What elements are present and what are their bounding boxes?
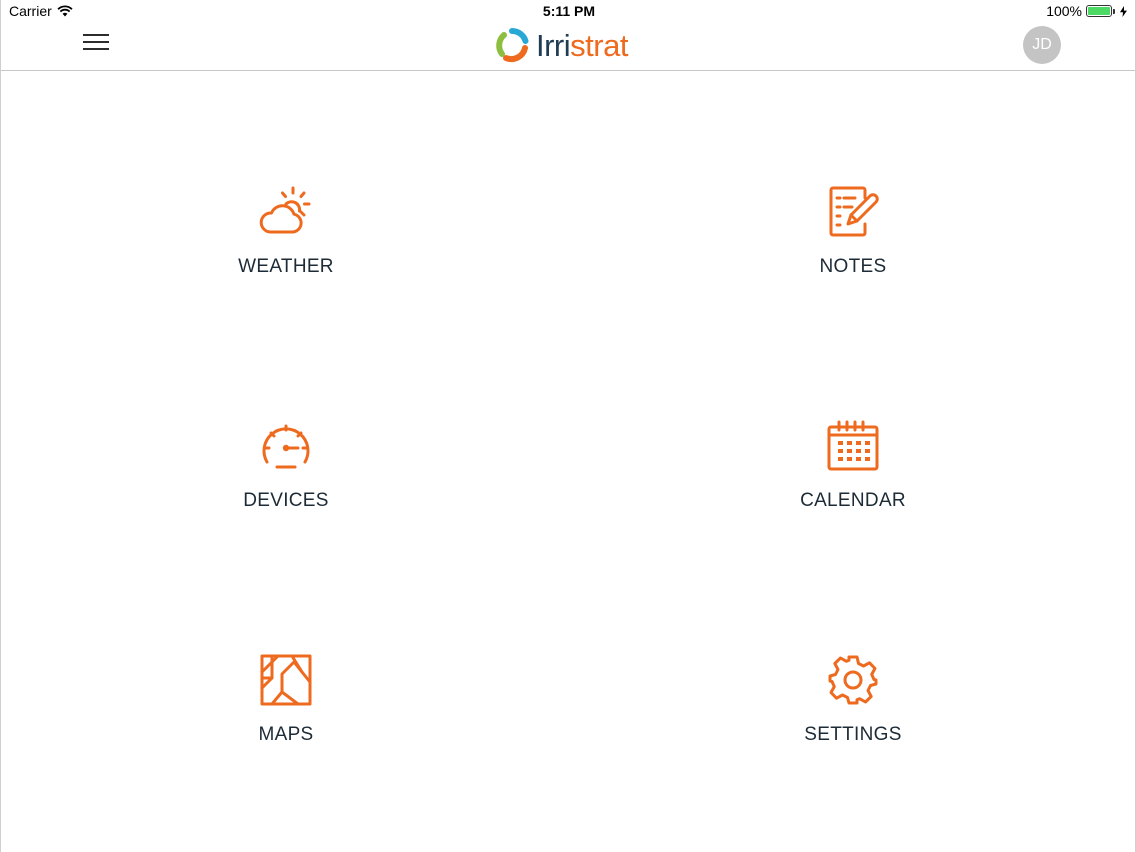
logo-text-strat: strat xyxy=(570,27,628,63)
tile-label: NOTES xyxy=(819,256,887,277)
tile-label: MAPS xyxy=(258,724,314,745)
irristrat-logo: Irristrat xyxy=(494,26,628,64)
tile-label: SETTINGS xyxy=(804,724,902,745)
tile-devices[interactable]: DEVICES xyxy=(186,416,386,526)
tile-maps[interactable]: MAPS xyxy=(186,650,386,760)
tile-notes[interactable]: NOTES xyxy=(753,182,953,292)
app-screen: Carrier 5:11 PM 100% Irristrat JD WEATHE… xyxy=(0,0,1136,852)
logo-text: Irristrat xyxy=(536,30,628,61)
calendar-icon xyxy=(823,416,883,476)
status-bar: Carrier 5:11 PM 100% xyxy=(1,0,1136,24)
battery-percent: 100% xyxy=(1046,3,1082,19)
charging-bolt-icon xyxy=(1120,5,1127,17)
weather-partly-sunny-icon xyxy=(256,182,316,242)
avatar[interactable]: JD xyxy=(1023,26,1061,64)
logo-text-irri: Irri xyxy=(536,27,571,63)
battery-fill xyxy=(1088,7,1110,15)
gear-icon xyxy=(823,650,883,710)
gauge-icon xyxy=(256,416,316,476)
hamburger-menu-icon[interactable] xyxy=(83,34,109,52)
map-icon xyxy=(256,650,316,710)
status-time: 5:11 PM xyxy=(542,3,596,19)
navigation-bar: Irristrat JD xyxy=(1,24,1135,71)
status-right: 100% xyxy=(1046,3,1127,19)
notes-edit-icon xyxy=(823,182,883,242)
tile-settings[interactable]: SETTINGS xyxy=(753,650,953,760)
tile-label: DEVICES xyxy=(243,490,329,511)
tile-label: WEATHER xyxy=(238,256,334,277)
logo-mark-icon xyxy=(494,27,530,63)
tile-calendar[interactable]: CALENDAR xyxy=(753,416,953,526)
tile-weather[interactable]: WEATHER xyxy=(186,182,386,292)
tile-label: CALENDAR xyxy=(800,490,906,511)
battery-icon xyxy=(1086,5,1115,17)
